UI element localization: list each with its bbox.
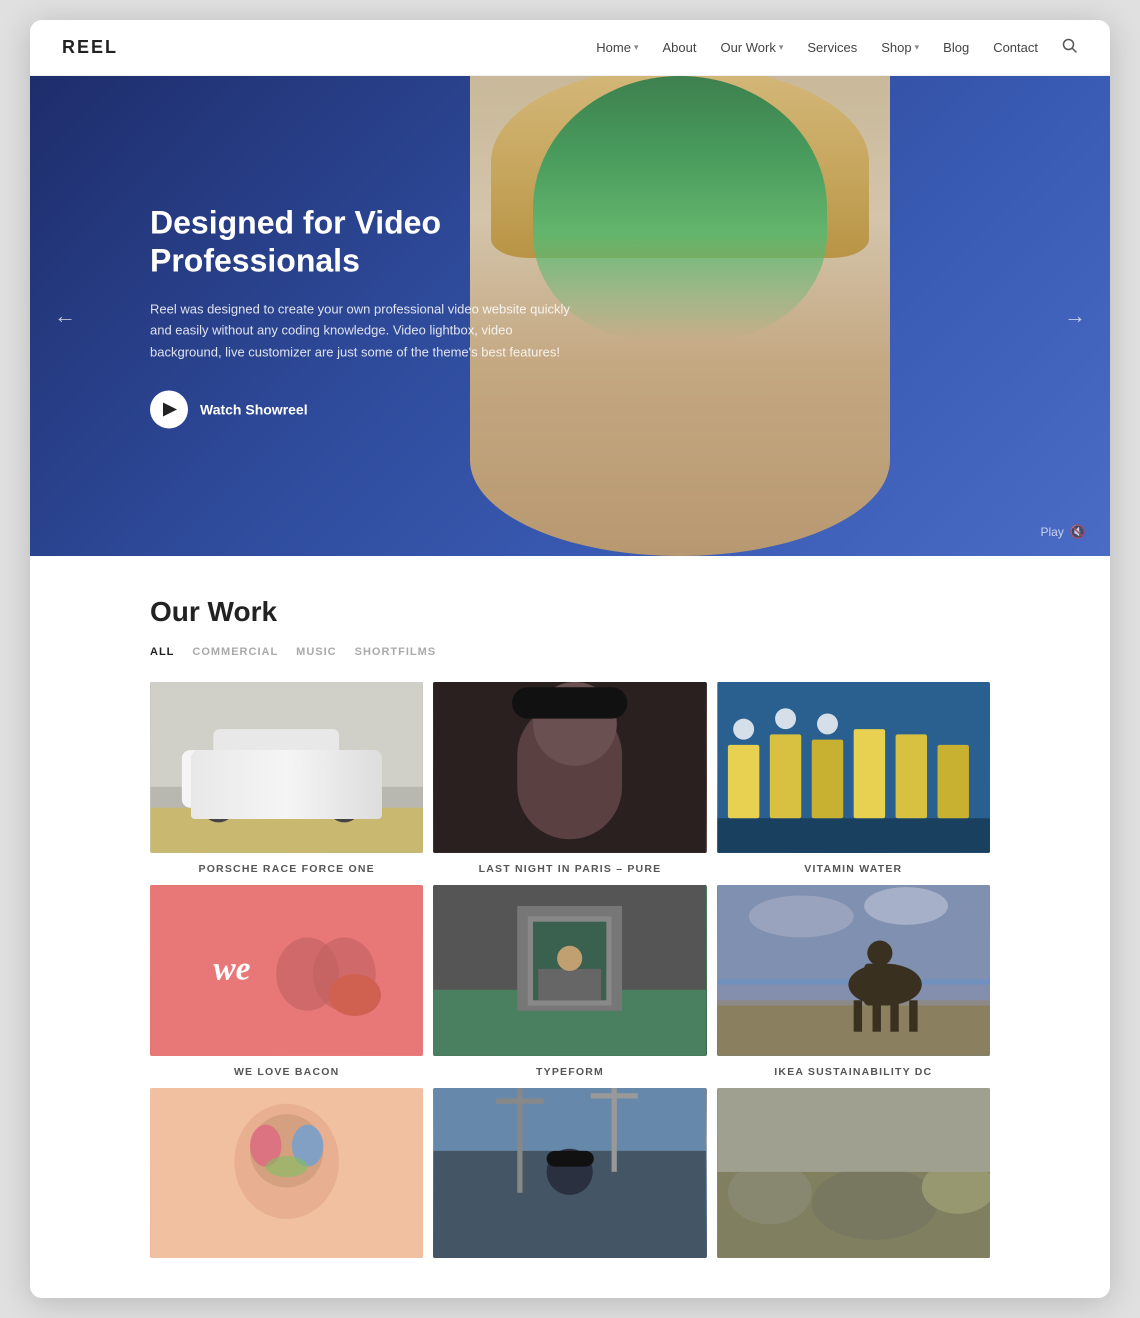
nav-item-ourwork[interactable]: Our Work ▾ bbox=[720, 40, 783, 55]
chevron-down-icon: ▾ bbox=[634, 42, 639, 53]
our-work-section: Our Work ALL COMMERCIAL MUSIC SHORTFILMS bbox=[30, 556, 1110, 1298]
work-item[interactable]: PORSCHE RACE FORCE ONE bbox=[150, 682, 423, 875]
nav-item-services[interactable]: Services bbox=[807, 40, 857, 55]
header: REEL Home ▾ About Our Work ▾ Services Sh… bbox=[30, 20, 1110, 76]
play-label: Play bbox=[1040, 525, 1063, 539]
filter-tab-all[interactable]: ALL bbox=[150, 646, 174, 658]
filter-tabs: ALL COMMERCIAL MUSIC SHORTFILMS bbox=[150, 646, 990, 658]
section-title: Our Work bbox=[150, 596, 990, 628]
hero-next-button[interactable]: → bbox=[1056, 295, 1094, 337]
work-thumbnail-room bbox=[433, 885, 706, 1056]
work-thumbnail-row3a bbox=[150, 1088, 423, 1259]
chevron-down-icon: ▾ bbox=[915, 42, 920, 53]
hero-description: Reel was designed to create your own pro… bbox=[150, 298, 570, 362]
work-item[interactable]: VITAMIN WATER bbox=[717, 682, 990, 875]
work-item[interactable]: TYPEFORM bbox=[433, 885, 706, 1078]
hero-content: Designed for Video Professionals Reel wa… bbox=[150, 203, 630, 428]
work-thumbnail-pink: we bbox=[150, 885, 423, 1056]
work-label: TYPEFORM bbox=[536, 1066, 604, 1078]
work-thumbnail-portrait bbox=[433, 682, 706, 853]
nav-item-contact[interactable]: Contact bbox=[993, 40, 1038, 55]
hero-cta-label: Watch Showreel bbox=[200, 402, 308, 418]
work-item[interactable]: we WE LOVE BACON bbox=[150, 885, 423, 1078]
work-item[interactable] bbox=[717, 1088, 990, 1269]
work-grid: PORSCHE RACE FORCE ONE LAST NIGHT IN PAR… bbox=[150, 682, 990, 1268]
work-thumbnail-gym bbox=[717, 682, 990, 853]
work-label: IKEA SUSTAINABILITY DC bbox=[774, 1066, 932, 1078]
work-item[interactable]: IKEA SUSTAINABILITY DC bbox=[717, 885, 990, 1078]
hero-section: ← → Designed for Video Professionals Ree… bbox=[30, 76, 1110, 556]
filter-tab-music[interactable]: MUSIC bbox=[296, 646, 336, 658]
hero-playbar[interactable]: Play 🔇 bbox=[1040, 524, 1086, 540]
logo[interactable]: REEL bbox=[62, 37, 118, 58]
hero-cta-button[interactable]: Watch Showreel bbox=[150, 391, 630, 429]
hero-title: Designed for Video Professionals bbox=[150, 203, 630, 280]
hero-prev-button[interactable]: ← bbox=[46, 295, 84, 337]
filter-tab-shortfilms[interactable]: SHORTFILMS bbox=[355, 646, 437, 658]
work-item[interactable] bbox=[150, 1088, 423, 1269]
work-thumbnail-horse bbox=[717, 885, 990, 1056]
chevron-down-icon: ▾ bbox=[779, 42, 784, 53]
search-icon[interactable] bbox=[1062, 38, 1078, 58]
play-icon[interactable] bbox=[150, 391, 188, 429]
nav-item-shop[interactable]: Shop ▾ bbox=[881, 40, 919, 55]
work-label: LAST NIGHT IN PARIS – PURE bbox=[479, 863, 662, 875]
nav-item-about[interactable]: About bbox=[662, 40, 696, 55]
speaker-icon: 🔇 bbox=[1070, 524, 1086, 540]
nav-item-blog[interactable]: Blog bbox=[943, 40, 969, 55]
work-item[interactable] bbox=[433, 1088, 706, 1269]
svg-text:we: we bbox=[213, 950, 250, 987]
work-thumbnail-car bbox=[150, 682, 423, 853]
navigation: Home ▾ About Our Work ▾ Services Shop ▾ … bbox=[596, 38, 1078, 58]
work-thumbnail-row3b bbox=[433, 1088, 706, 1259]
work-item[interactable]: LAST NIGHT IN PARIS – PURE bbox=[433, 682, 706, 875]
work-label: PORSCHE RACE FORCE ONE bbox=[198, 863, 374, 875]
nav-item-home[interactable]: Home ▾ bbox=[596, 40, 638, 55]
filter-tab-commercial[interactable]: COMMERCIAL bbox=[192, 646, 278, 658]
work-label: VITAMIN WATER bbox=[804, 863, 902, 875]
page-wrapper: REEL Home ▾ About Our Work ▾ Services Sh… bbox=[30, 20, 1110, 1298]
work-thumbnail-row3c bbox=[717, 1088, 990, 1259]
work-label: WE LOVE BACON bbox=[234, 1066, 339, 1078]
